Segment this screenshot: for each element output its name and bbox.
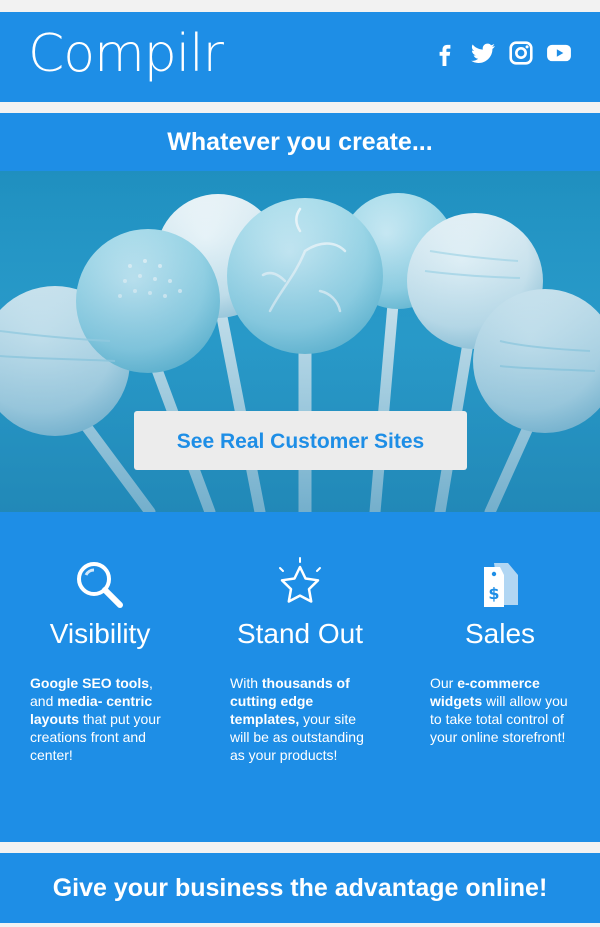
instagram-icon[interactable] bbox=[508, 40, 534, 66]
price-tag-icon: $ bbox=[472, 557, 528, 613]
footer-banner: Give your business the advantage online! bbox=[0, 853, 600, 923]
features-section: Visibility Google SEO tools, and media- c… bbox=[0, 512, 600, 842]
youtube-icon[interactable] bbox=[546, 40, 572, 66]
social-links bbox=[432, 40, 572, 66]
compilr-logo[interactable]: Compilr bbox=[28, 24, 224, 84]
feature-description: Our e-commerce widgets will allow you to t… bbox=[430, 675, 568, 745]
feature-title: Stand Out bbox=[236, 618, 364, 649]
svg-text:$: $ bbox=[488, 584, 499, 603]
feature-description: With thousands of cutting edge templates, … bbox=[230, 675, 364, 763]
feature-description: Google SEO tools, and media- centric layou… bbox=[30, 675, 161, 763]
facebook-icon[interactable] bbox=[432, 40, 458, 66]
see-customer-sites-button[interactable]: See Real Customer Sites bbox=[134, 411, 467, 470]
feature-title: Sales bbox=[464, 618, 536, 649]
magnifier-icon bbox=[72, 557, 128, 613]
hero-image: See Real Customer Sites bbox=[0, 171, 600, 512]
hero-title: Whatever you create... bbox=[0, 113, 600, 171]
twitter-icon[interactable] bbox=[470, 40, 496, 66]
feature-title: Visibility bbox=[49, 618, 151, 649]
star-icon bbox=[272, 557, 328, 613]
header-bar: Compilr bbox=[0, 12, 600, 102]
